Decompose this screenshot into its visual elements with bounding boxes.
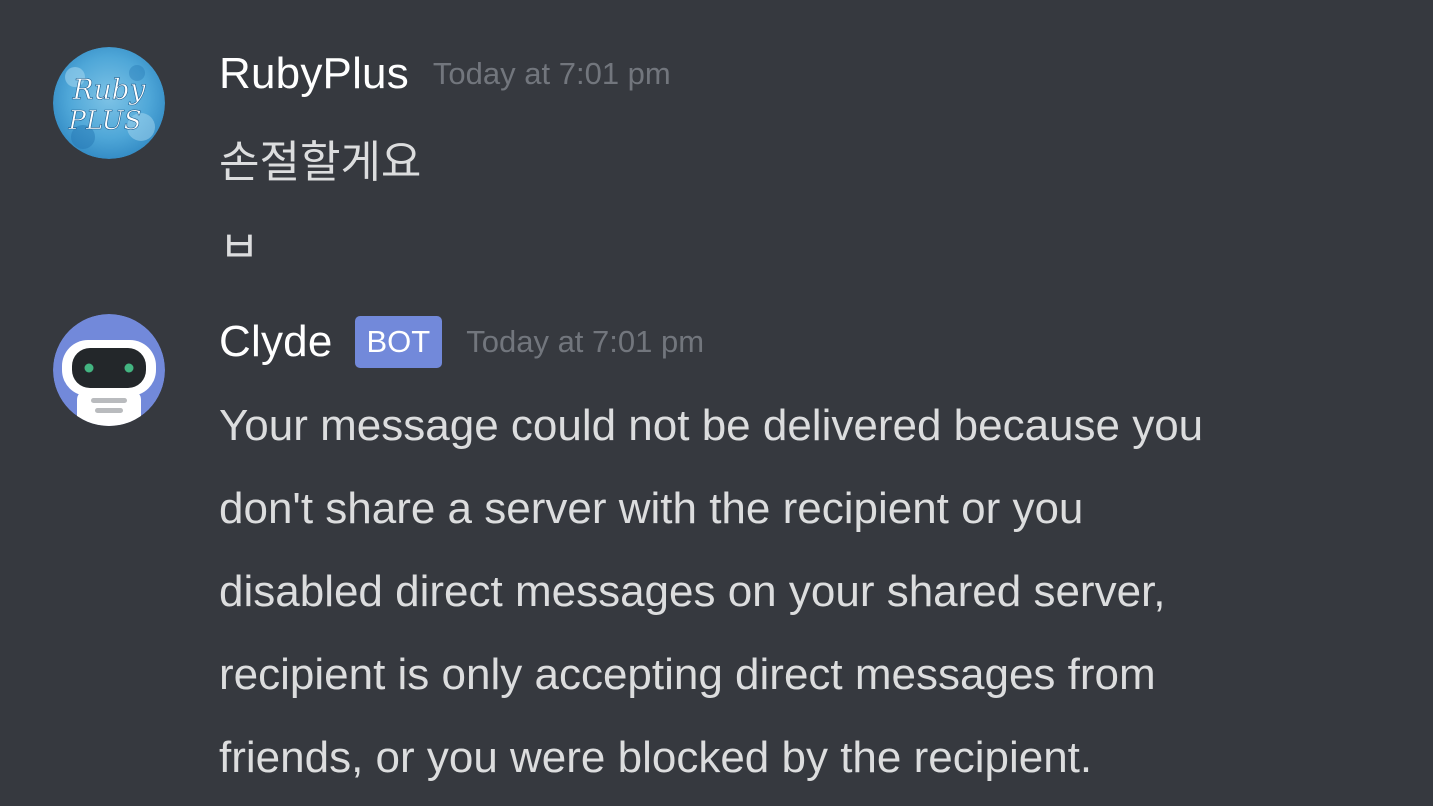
avatar-text-plus: PLUS: [67, 106, 141, 136]
username[interactable]: RubyPlus: [219, 49, 409, 99]
message-header: RubyPlus Today at 7:01 pm: [219, 45, 671, 103]
username[interactable]: Clyde: [219, 317, 333, 367]
avatar-text-ruby: Ruby: [72, 73, 147, 106]
timestamp[interactable]: Today at 7:01 pm: [433, 56, 671, 92]
message-text: 손절할게요: [219, 138, 422, 187]
message-line: friends, or you were blocked by the reci…: [219, 733, 1093, 782]
message-header: Clyde BOT Today at 7:01 pm: [219, 313, 704, 371]
avatar-rubyplus[interactable]: Ruby PLUS: [53, 47, 165, 159]
bot-badge: BOT: [354, 316, 443, 368]
message-line: Your message could not be delivered beca…: [219, 401, 1204, 450]
message-text: Your message could not be delivered beca…: [219, 384, 1369, 799]
rubyplus-avatar-image: Ruby PLUS: [53, 47, 165, 159]
robot-icon: [53, 314, 165, 426]
timestamp[interactable]: Today at 7:01 pm: [466, 324, 704, 360]
avatar-clyde[interactable]: [53, 314, 165, 426]
message-line: disabled direct messages on your shared …: [219, 567, 1166, 616]
message-text: ㅂ: [219, 223, 260, 272]
message-line: don't share a server with the recipient …: [219, 484, 1084, 533]
message-line: recipient is only accepting direct messa…: [219, 650, 1156, 699]
